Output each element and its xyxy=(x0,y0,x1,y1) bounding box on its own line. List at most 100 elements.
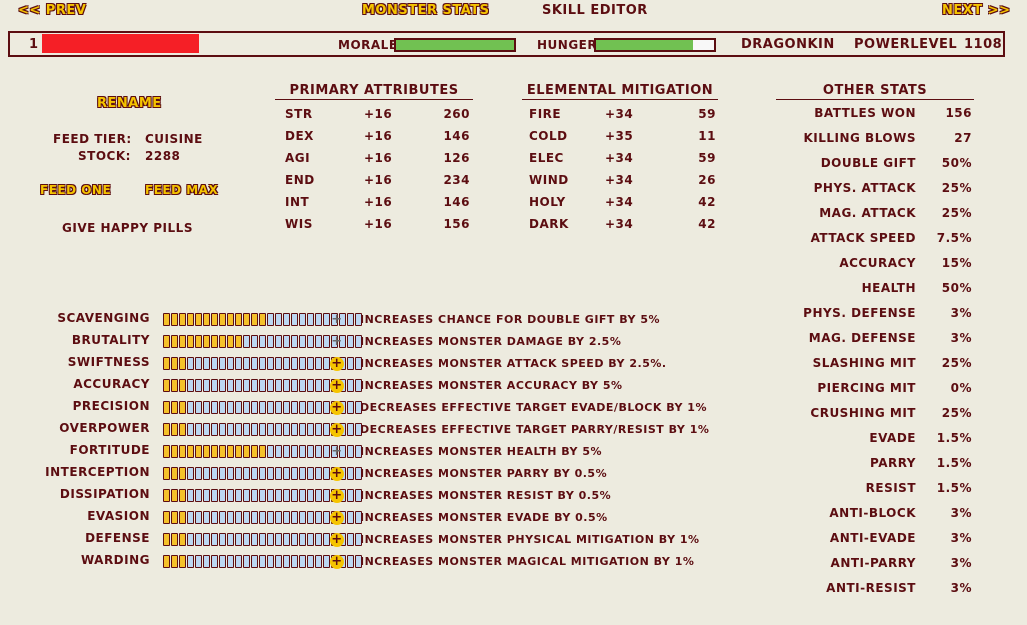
primary-attr-value: 146 xyxy=(443,195,470,209)
next-button[interactable]: NEXT >> xyxy=(942,3,1010,18)
skill-pip-empty xyxy=(299,423,306,436)
other-stat-value: 3% xyxy=(950,306,972,320)
other-stat-name: ANTI-BLOCK xyxy=(829,506,916,520)
skill-pip-filled xyxy=(171,555,178,568)
skill-description: INCREASES MONSTER MAGICAL MITIGATION BY … xyxy=(360,555,695,568)
skill-pip-empty xyxy=(315,445,322,458)
skill-pip-empty xyxy=(227,489,234,502)
skill-pip-filled xyxy=(179,401,186,414)
elemental-bonus: +34 xyxy=(605,151,634,165)
monster-name-field[interactable] xyxy=(42,34,199,53)
skill-pip-empty xyxy=(347,401,354,414)
skill-pip-empty xyxy=(203,555,210,568)
primary-attr-bonus: +16 xyxy=(364,173,393,187)
skill-pip-empty xyxy=(347,555,354,568)
skill-pip-empty xyxy=(275,379,282,392)
tab-skill-editor[interactable]: SKILL EDITOR xyxy=(542,3,648,18)
plus-icon[interactable]: + xyxy=(330,489,344,503)
plus-icon[interactable]: + xyxy=(330,511,344,525)
skill-pip-filled xyxy=(163,445,170,458)
skill-pip-empty xyxy=(243,423,250,436)
skill-row: FORTITUDE + INCREASES MONSTER HEALTH BY 5% xyxy=(0,443,760,461)
skill-row: DEFENSE + INCREASES MONSTER PHYSICAL MITIG… xyxy=(0,531,760,549)
other-stat-name: SLASHING MIT xyxy=(812,356,916,370)
skill-pip-empty xyxy=(251,533,258,546)
skill-pip-empty xyxy=(299,489,306,502)
skill-pip-filled xyxy=(203,313,210,326)
skill-pip-empty xyxy=(307,555,314,568)
elemental-value: 59 xyxy=(698,151,716,165)
skill-pip-filled xyxy=(171,511,178,524)
skill-description: DECREASES EFFECTIVE TARGET EVADE/BLOCK B… xyxy=(360,401,707,414)
skill-row: DISSIPATION + INCREASES MONSTER RESIST BY … xyxy=(0,487,760,505)
primary-attr-value: 260 xyxy=(443,107,470,121)
elemental-value: 42 xyxy=(698,217,716,231)
primary-attr-value: 156 xyxy=(443,217,470,231)
skill-pip-empty xyxy=(251,489,258,502)
skill-pip-empty xyxy=(267,489,274,502)
skill-description: INCREASES CHANCE FOR DOUBLE GIFT BY 5% xyxy=(360,313,661,326)
plus-icon[interactable]: + xyxy=(330,379,344,393)
skill-pip-empty xyxy=(299,445,306,458)
elemental-mitigation-title: ELEMENTAL MITIGATION xyxy=(522,83,718,100)
other-stat-value: 1.5% xyxy=(936,456,972,470)
skill-pip-empty xyxy=(323,357,330,370)
other-stat-value: 25% xyxy=(941,181,972,195)
other-stat-name: MAG. DEFENSE xyxy=(808,331,916,345)
skill-name: WARDING xyxy=(80,553,150,567)
other-stat-name: PHYS. DEFENSE xyxy=(803,306,916,320)
plus-icon[interactable]: + xyxy=(330,423,344,437)
skill-pip-filled xyxy=(171,489,178,502)
plus-icon[interactable]: + xyxy=(330,533,344,547)
skill-pip-empty xyxy=(227,511,234,524)
skill-pip-empty xyxy=(187,357,194,370)
feed-one-button[interactable]: FEED ONE xyxy=(40,183,111,197)
skill-pip-filled xyxy=(163,379,170,392)
skill-row: EVASION + INCREASES MONSTER EVADE BY 0.5% xyxy=(0,509,760,527)
skill-pip-filled xyxy=(219,445,226,458)
plus-icon[interactable]: + xyxy=(330,401,344,415)
skill-name: OVERPOWER xyxy=(59,421,150,435)
skill-pip-empty xyxy=(323,401,330,414)
skill-pip-empty xyxy=(323,511,330,524)
skill-pip-filled xyxy=(211,445,218,458)
skill-pip-empty xyxy=(267,401,274,414)
skill-pip-empty xyxy=(275,313,282,326)
elemental-value: 26 xyxy=(698,173,716,187)
skill-pip-empty xyxy=(211,401,218,414)
skill-pip-empty xyxy=(187,533,194,546)
skill-pip-empty xyxy=(267,555,274,568)
tab-monster-stats[interactable]: MONSTER STATS xyxy=(362,3,490,18)
skill-row: PRECISION + DECREASES EFFECTIVE TARGET EVA… xyxy=(0,399,760,417)
primary-attr-bonus: +16 xyxy=(364,195,393,209)
give-happy-pills-button[interactable]: GIVE HAPPY PILLS xyxy=(62,221,193,235)
elemental-bonus: +35 xyxy=(605,129,634,143)
elemental-bonus: +34 xyxy=(605,173,634,187)
skill-pip-empty xyxy=(187,489,194,502)
skill-pip-empty xyxy=(307,489,314,502)
plus-icon[interactable]: + xyxy=(330,357,344,371)
skill-pip-empty xyxy=(267,313,274,326)
skill-name: ACCURACY xyxy=(73,377,150,391)
morale-bar-fill xyxy=(396,40,514,50)
plus-icon[interactable]: + xyxy=(330,555,344,569)
other-stat-name: KILLING BLOWS xyxy=(803,131,916,145)
skill-pip-empty xyxy=(315,533,322,546)
prev-button[interactable]: << PREV xyxy=(18,3,86,18)
skill-pip-empty xyxy=(307,401,314,414)
skill-pip-filled xyxy=(227,445,234,458)
skill-pip-empty xyxy=(195,401,202,414)
skill-pip-empty xyxy=(195,533,202,546)
primary-attr-value: 234 xyxy=(443,173,470,187)
skill-pip-empty xyxy=(275,357,282,370)
feed-max-button[interactable]: FEED MAX xyxy=(145,183,218,197)
skill-pip-filled xyxy=(163,335,170,348)
skill-pip-empty xyxy=(195,511,202,524)
rename-button[interactable]: RENAME xyxy=(97,96,162,111)
skill-pip-empty xyxy=(259,357,266,370)
primary-attributes-title: PRIMARY ATTRIBUTES xyxy=(275,83,473,100)
skill-pip-filled xyxy=(251,445,258,458)
skill-pip-filled xyxy=(163,489,170,502)
skill-pip-empty xyxy=(291,335,298,348)
plus-icon[interactable]: + xyxy=(330,467,344,481)
